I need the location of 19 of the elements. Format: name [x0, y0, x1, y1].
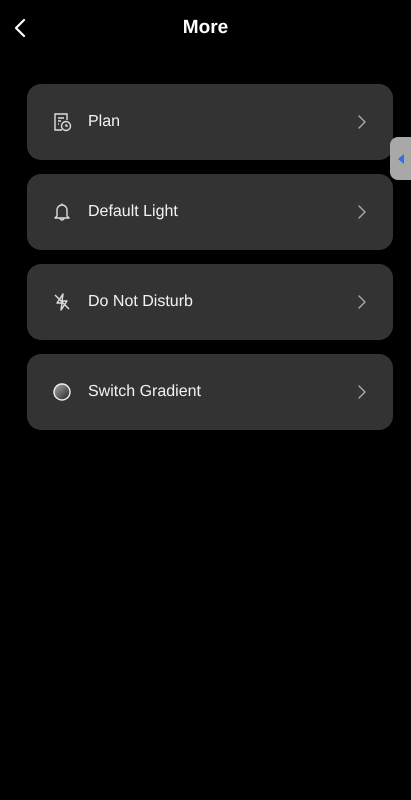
menu-item[interactable]: Do Not Disturb	[27, 264, 393, 340]
menu-item[interactable]: Switch Gradient	[27, 354, 393, 430]
item-label: Switch Gradient	[88, 383, 202, 401]
chevron-icon	[358, 385, 366, 399]
gradient-circle-icon	[52, 382, 72, 402]
schedule-icon	[52, 112, 72, 132]
page-title: More	[182, 17, 228, 39]
item-label: Do Not Disturb	[88, 293, 194, 311]
flash-off-icon	[52, 292, 72, 312]
chevron-icon	[358, 205, 366, 219]
chevron-icon	[358, 115, 366, 129]
side-tab-handle[interactable]	[390, 137, 411, 180]
bell-icon	[52, 202, 72, 222]
chevron-icon	[358, 295, 366, 309]
back-button[interactable]	[12, 16, 28, 40]
menu-item[interactable]: Plan	[27, 84, 393, 160]
item-label: Plan	[88, 113, 122, 131]
item-label: Default Light	[88, 203, 179, 221]
menu-item[interactable]: Default Light	[27, 174, 393, 250]
